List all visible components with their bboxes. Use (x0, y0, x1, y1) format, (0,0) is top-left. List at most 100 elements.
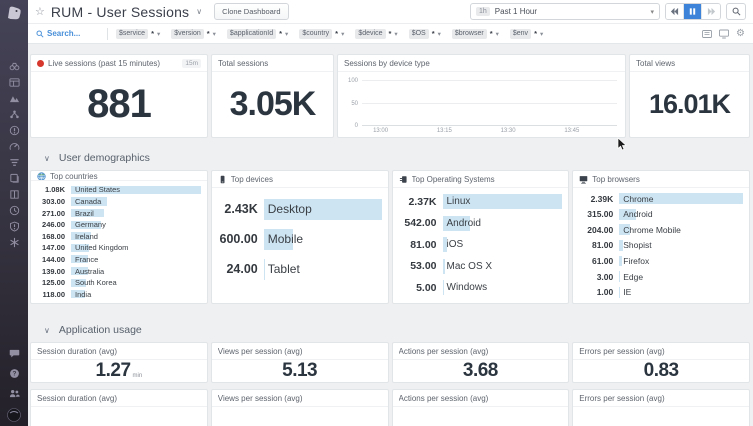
toplist-row[interactable]: 144.00 France (35, 254, 201, 266)
template-variable-OS[interactable]: $OS * ▾ (408, 28, 441, 39)
toplist-row[interactable]: 3.00 Edge (577, 269, 743, 285)
infrastructure-icon[interactable] (8, 93, 20, 104)
widget-title: Top countries (31, 171, 207, 182)
timeframe-badge: 15m (182, 59, 201, 68)
monitors-icon[interactable] (8, 125, 20, 136)
row-bar-track: Android (619, 206, 743, 222)
toplist-row[interactable]: 271.00 Brazil (35, 207, 201, 219)
toplist-widget-top-devices[interactable]: Top devices 2.43K Desktop 600.00 Mobile 24.00… (210, 170, 389, 304)
section-user-demographics[interactable]: ∨ User demographics (44, 152, 750, 164)
time-forward-button[interactable] (702, 4, 720, 19)
query-value-widget-partial[interactable]: Actions per session (avg) (391, 389, 570, 426)
toplist-row[interactable]: 168.00 Ireland (35, 230, 201, 242)
template-variable-country[interactable]: $country * ▾ (299, 28, 344, 39)
grid-view-icon[interactable] (702, 29, 712, 39)
security-icon[interactable] (8, 221, 20, 232)
team-icon[interactable] (8, 388, 20, 399)
toplist-row[interactable]: 81.00 Shopist (577, 238, 743, 254)
toplist-row[interactable]: 600.00 Mobile (216, 224, 382, 254)
toplist-row[interactable]: 315.00 Android (577, 206, 743, 222)
fullscreen-tv-icon[interactable] (719, 29, 729, 39)
toplist-row[interactable]: 61.00 Firefox (577, 253, 743, 269)
toplist-row[interactable]: 24.00 Tablet (216, 254, 382, 284)
query-value-widget-views-per-session-avg-[interactable]: Views per session (avg) 5.13 (210, 342, 389, 383)
logs-icon[interactable] (8, 173, 20, 184)
widget-title-text: Session duration (avg) (37, 347, 118, 356)
toplist-row[interactable]: 118.00 India (35, 288, 201, 300)
toplist-row[interactable]: 542.00 Android (397, 213, 563, 235)
search-input[interactable] (47, 29, 99, 38)
toplist-row[interactable]: 125.00 South Korea (35, 277, 201, 289)
header-right-controls: 1h Past 1 Hour ▾ (470, 3, 746, 20)
help-icon[interactable]: ? (8, 368, 20, 379)
template-variable-applicationId[interactable]: $applicationId * ▾ (226, 28, 288, 39)
sessions-by-device-chart[interactable]: Sessions by device type 0 50 100 13:00 13:1… (337, 54, 626, 138)
live-sessions-widget[interactable]: Live sessions (past 15 minutes) 15m 881 (30, 54, 208, 138)
query-value-widget-errors-per-session-avg-[interactable]: Errors per session (avg) 0.83 (572, 342, 750, 383)
star-icon[interactable]: ☆ (35, 5, 45, 18)
row-label: Chrome Mobile (623, 224, 681, 235)
query-value-widget-session-duration-avg-[interactable]: Session duration (avg) 1.27 min (30, 342, 208, 383)
chevron-down-icon[interactable]: ∨ (196, 7, 202, 16)
toplist-row[interactable]: 2.43K Desktop (216, 194, 382, 224)
total-views-widget[interactable]: Total views 16.01K (629, 54, 750, 138)
pause-button[interactable] (684, 4, 702, 19)
query-value-widget-partial[interactable]: Session duration (avg) (30, 389, 208, 426)
row-value: 53.00 (410, 260, 437, 273)
live-indicator-icon (37, 60, 44, 67)
dashboard-search[interactable] (36, 29, 99, 38)
toplist-row[interactable]: 1.08K United States (35, 184, 201, 196)
toplist-row[interactable]: 139.00 Australia (35, 265, 201, 277)
template-variable-version[interactable]: $version * ▾ (171, 28, 216, 39)
user-avatar[interactable] (7, 408, 21, 422)
total-sessions-widget[interactable]: Total sessions 3.05K (211, 54, 334, 138)
toplist-row[interactable]: 53.00 Mac OS X (397, 256, 563, 278)
toplist-row[interactable]: 1.00 IE (577, 284, 743, 300)
clone-dashboard-button[interactable]: Clone Dashboard (214, 3, 289, 20)
widget-value: 5.13 (212, 360, 388, 382)
toplist-widget-top-browsers[interactable]: Top browsers 2.39K Chrome 315.00 Android 204.… (572, 170, 750, 304)
widget-title: Total views (630, 55, 749, 72)
synthetics-icon[interactable] (8, 205, 20, 216)
variable-value: * (431, 29, 435, 38)
toplist-row[interactable]: 303.00 Canada (35, 196, 201, 208)
row-bar-track: Chrome (619, 191, 743, 207)
row-value: 3.00 (596, 271, 614, 282)
toplist-row[interactable]: 147.00 United Kingdom (35, 242, 201, 254)
chat-icon[interactable] (8, 348, 20, 359)
template-variable-service[interactable]: $service * ▾ (116, 28, 160, 39)
processes-icon[interactable] (8, 237, 20, 248)
query-value-widget-partial[interactable]: Errors per session (avg) (572, 389, 750, 426)
toplist-widget-top-countries[interactable]: Top countries 1.08K United States 303.00 Can… (30, 170, 208, 304)
metrics-icon[interactable] (8, 141, 20, 152)
row-value: 2.39K (590, 193, 614, 204)
dashboards-icon[interactable] (8, 77, 20, 88)
toplist-row[interactable]: 204.00 Chrome Mobile (577, 222, 743, 238)
toplist-widget-top-operating-systems[interactable]: Top Operating Systems 2.37K Linux 542.00 And… (391, 170, 570, 304)
toplist-row[interactable]: 246.00 Germany (35, 219, 201, 231)
apm-icon[interactable] (8, 157, 20, 168)
datadog-logo[interactable] (4, 3, 24, 23)
demographics-widget-row: Top countries 1.08K United States 303.00 Can… (30, 170, 750, 304)
query-value-widget-partial[interactable]: Views per session (avg) (210, 389, 389, 426)
time-backward-button[interactable] (666, 4, 684, 19)
gear-icon[interactable]: ⚙ (736, 28, 745, 39)
toplist-row[interactable]: 5.00 Windows (397, 277, 563, 299)
template-variable-env[interactable]: $env * ▾ (509, 28, 543, 39)
template-variable-browser[interactable]: $browser * ▾ (451, 28, 499, 39)
hostmap-icon[interactable] (8, 109, 20, 120)
toplist-row[interactable]: 2.39K Chrome (577, 191, 743, 207)
total-sessions-value: 3.05K (229, 85, 317, 123)
toplist-row[interactable]: 2.37K Linux (397, 191, 563, 213)
dashboard-content: Live sessions (past 15 minutes) 15m 881 … (28, 44, 753, 426)
query-value-widget-actions-per-session-avg-[interactable]: Actions per session (avg) 3.68 (391, 342, 570, 383)
notebooks-icon[interactable] (8, 189, 20, 200)
time-range-picker[interactable]: 1h Past 1 Hour ▾ (470, 3, 660, 20)
watchdog-icon[interactable] (8, 61, 20, 72)
row-bar-track: Firefox (619, 253, 743, 269)
template-variable-device[interactable]: $device * ▾ (355, 28, 398, 39)
row-label: Shopist (623, 240, 652, 251)
search-icon[interactable] (726, 3, 746, 20)
toplist-row[interactable]: 81.00 iOS (397, 234, 563, 256)
section-application-usage[interactable]: ∨ Application usage (44, 324, 750, 336)
